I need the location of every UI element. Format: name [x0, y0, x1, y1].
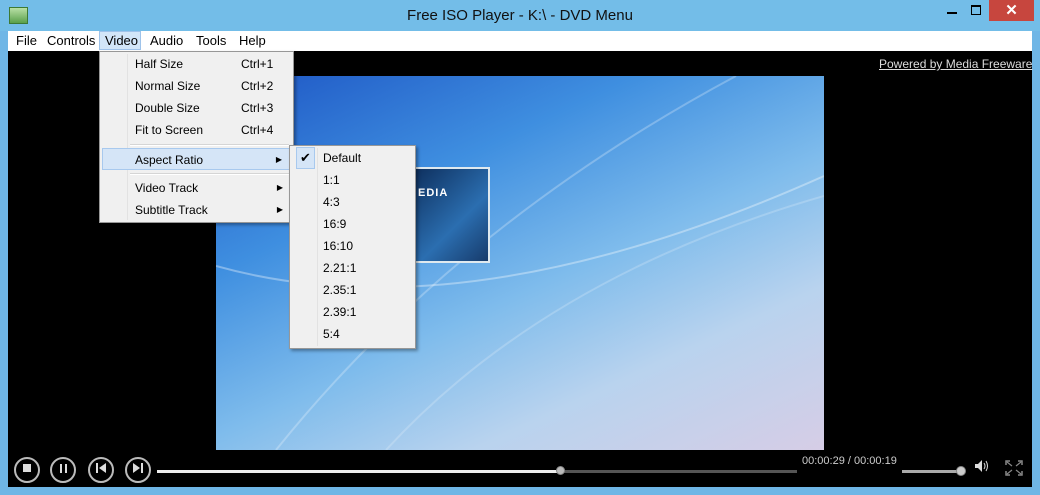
maximize-button[interactable]	[963, 0, 990, 21]
aspect-option-2-39-1[interactable]: 2.39:1	[292, 301, 413, 323]
menu-item-label: 2.21:1	[323, 261, 357, 275]
aspect-option-default[interactable]: Default	[292, 147, 413, 169]
menu-item-label: Aspect Ratio	[135, 153, 204, 167]
menu-item-label: 2.35:1	[323, 283, 357, 297]
window-title: Free ISO Player - K:\ - DVD Menu	[407, 7, 633, 24]
speaker-icon[interactable]	[975, 460, 989, 475]
submenu-arrow-icon: ▶	[276, 183, 283, 192]
menu-item-label: Default	[323, 151, 362, 165]
menu-item-shortcut: Ctrl+3	[241, 101, 274, 115]
menu-help[interactable]: Help	[233, 31, 272, 50]
aspect-option-2-21-1[interactable]: 2.21:1	[292, 257, 413, 279]
menu-separator	[130, 173, 289, 175]
menu-item-label: Normal Size	[135, 79, 201, 93]
next-icon	[133, 463, 143, 474]
menu-item-label: Video Track	[135, 181, 199, 195]
menu-item-normal-size[interactable]: Normal Size Ctrl+2	[102, 75, 291, 97]
fullscreen-icon[interactable]	[1005, 460, 1023, 476]
thumbnail-label: EDIA	[418, 187, 449, 199]
menu-video[interactable]: Video	[99, 31, 141, 50]
menu-item-shortcut: Ctrl+4	[241, 123, 274, 137]
close-button[interactable]: ✕	[989, 0, 1034, 21]
menu-separator	[130, 144, 289, 146]
menu-item-video-track[interactable]: Video Track ▶	[102, 177, 291, 199]
menu-item-aspect-ratio[interactable]: Aspect Ratio ▶	[102, 148, 291, 170]
video-menu: Half Size Ctrl+1 Normal Size Ctrl+2 Doub…	[99, 51, 294, 223]
menu-item-double-size[interactable]: Double Size Ctrl+3	[102, 97, 291, 119]
menu-file[interactable]: File	[10, 31, 43, 50]
menu-item-label: 16:9	[323, 217, 347, 231]
menu-item-label: 16:10	[323, 239, 354, 253]
pause-icon	[59, 463, 67, 473]
powered-by-link[interactable]: Powered by Media Freeware	[879, 57, 1032, 71]
menu-item-label: 2.39:1	[323, 305, 357, 319]
stop-icon	[23, 464, 31, 473]
aspect-option-4-3[interactable]: 4:3	[292, 191, 413, 213]
aspect-option-16-10[interactable]: 16:10	[292, 235, 413, 257]
menu-item-label: 4:3	[323, 195, 340, 209]
pause-button[interactable]	[50, 457, 76, 483]
previous-icon	[96, 463, 106, 474]
menu-item-shortcut: Ctrl+2	[241, 79, 274, 93]
menu-item-label: Subtitle Track	[135, 203, 208, 217]
dvd-thumbnail[interactable]: EDIA	[410, 167, 490, 263]
seek-bar[interactable]	[157, 466, 797, 475]
menu-item-label: Fit to Screen	[135, 123, 204, 137]
menu-item-label: 1:1	[323, 173, 340, 187]
volume-slider[interactable]	[902, 470, 962, 473]
stop-button[interactable]	[14, 457, 40, 483]
aspect-ratio-menu: ✔ Default 1:1 4:3 16:9 16:10 2.21:1 2.35…	[289, 145, 416, 349]
menu-item-label: 5:4	[323, 327, 340, 341]
aspect-option-1-1[interactable]: 1:1	[292, 169, 413, 191]
menu-item-shortcut: Ctrl+1	[241, 57, 274, 71]
menu-tools[interactable]: Tools	[190, 31, 232, 50]
menu-controls[interactable]: Controls	[41, 31, 101, 50]
aspect-option-5-4[interactable]: 5:4	[292, 323, 413, 345]
next-button[interactable]	[125, 457, 151, 483]
aspect-option-16-9[interactable]: 16:9	[292, 213, 413, 235]
menu-item-half-size[interactable]: Half Size Ctrl+1	[102, 53, 291, 75]
menu-item-label: Double Size	[135, 101, 200, 115]
submenu-arrow-icon: ▶	[276, 205, 283, 214]
previous-button[interactable]	[88, 457, 114, 483]
volume-handle[interactable]	[956, 466, 966, 476]
aspect-option-2-35-1[interactable]: 2.35:1	[292, 279, 413, 301]
minimize-button[interactable]	[938, 0, 966, 21]
menu-bar: File Controls Video Audio Tools Help	[8, 31, 1032, 51]
seek-progress	[157, 470, 561, 473]
time-display: 00:00:29 / 00:00:19	[802, 455, 897, 467]
submenu-arrow-icon: ▶	[275, 155, 282, 164]
menu-item-label: Half Size	[135, 57, 184, 71]
menu-item-subtitle-track[interactable]: Subtitle Track ▶	[102, 199, 291, 221]
menu-audio[interactable]: Audio	[144, 31, 189, 50]
menu-item-fit-to-screen[interactable]: Fit to Screen Ctrl+4	[102, 119, 291, 141]
